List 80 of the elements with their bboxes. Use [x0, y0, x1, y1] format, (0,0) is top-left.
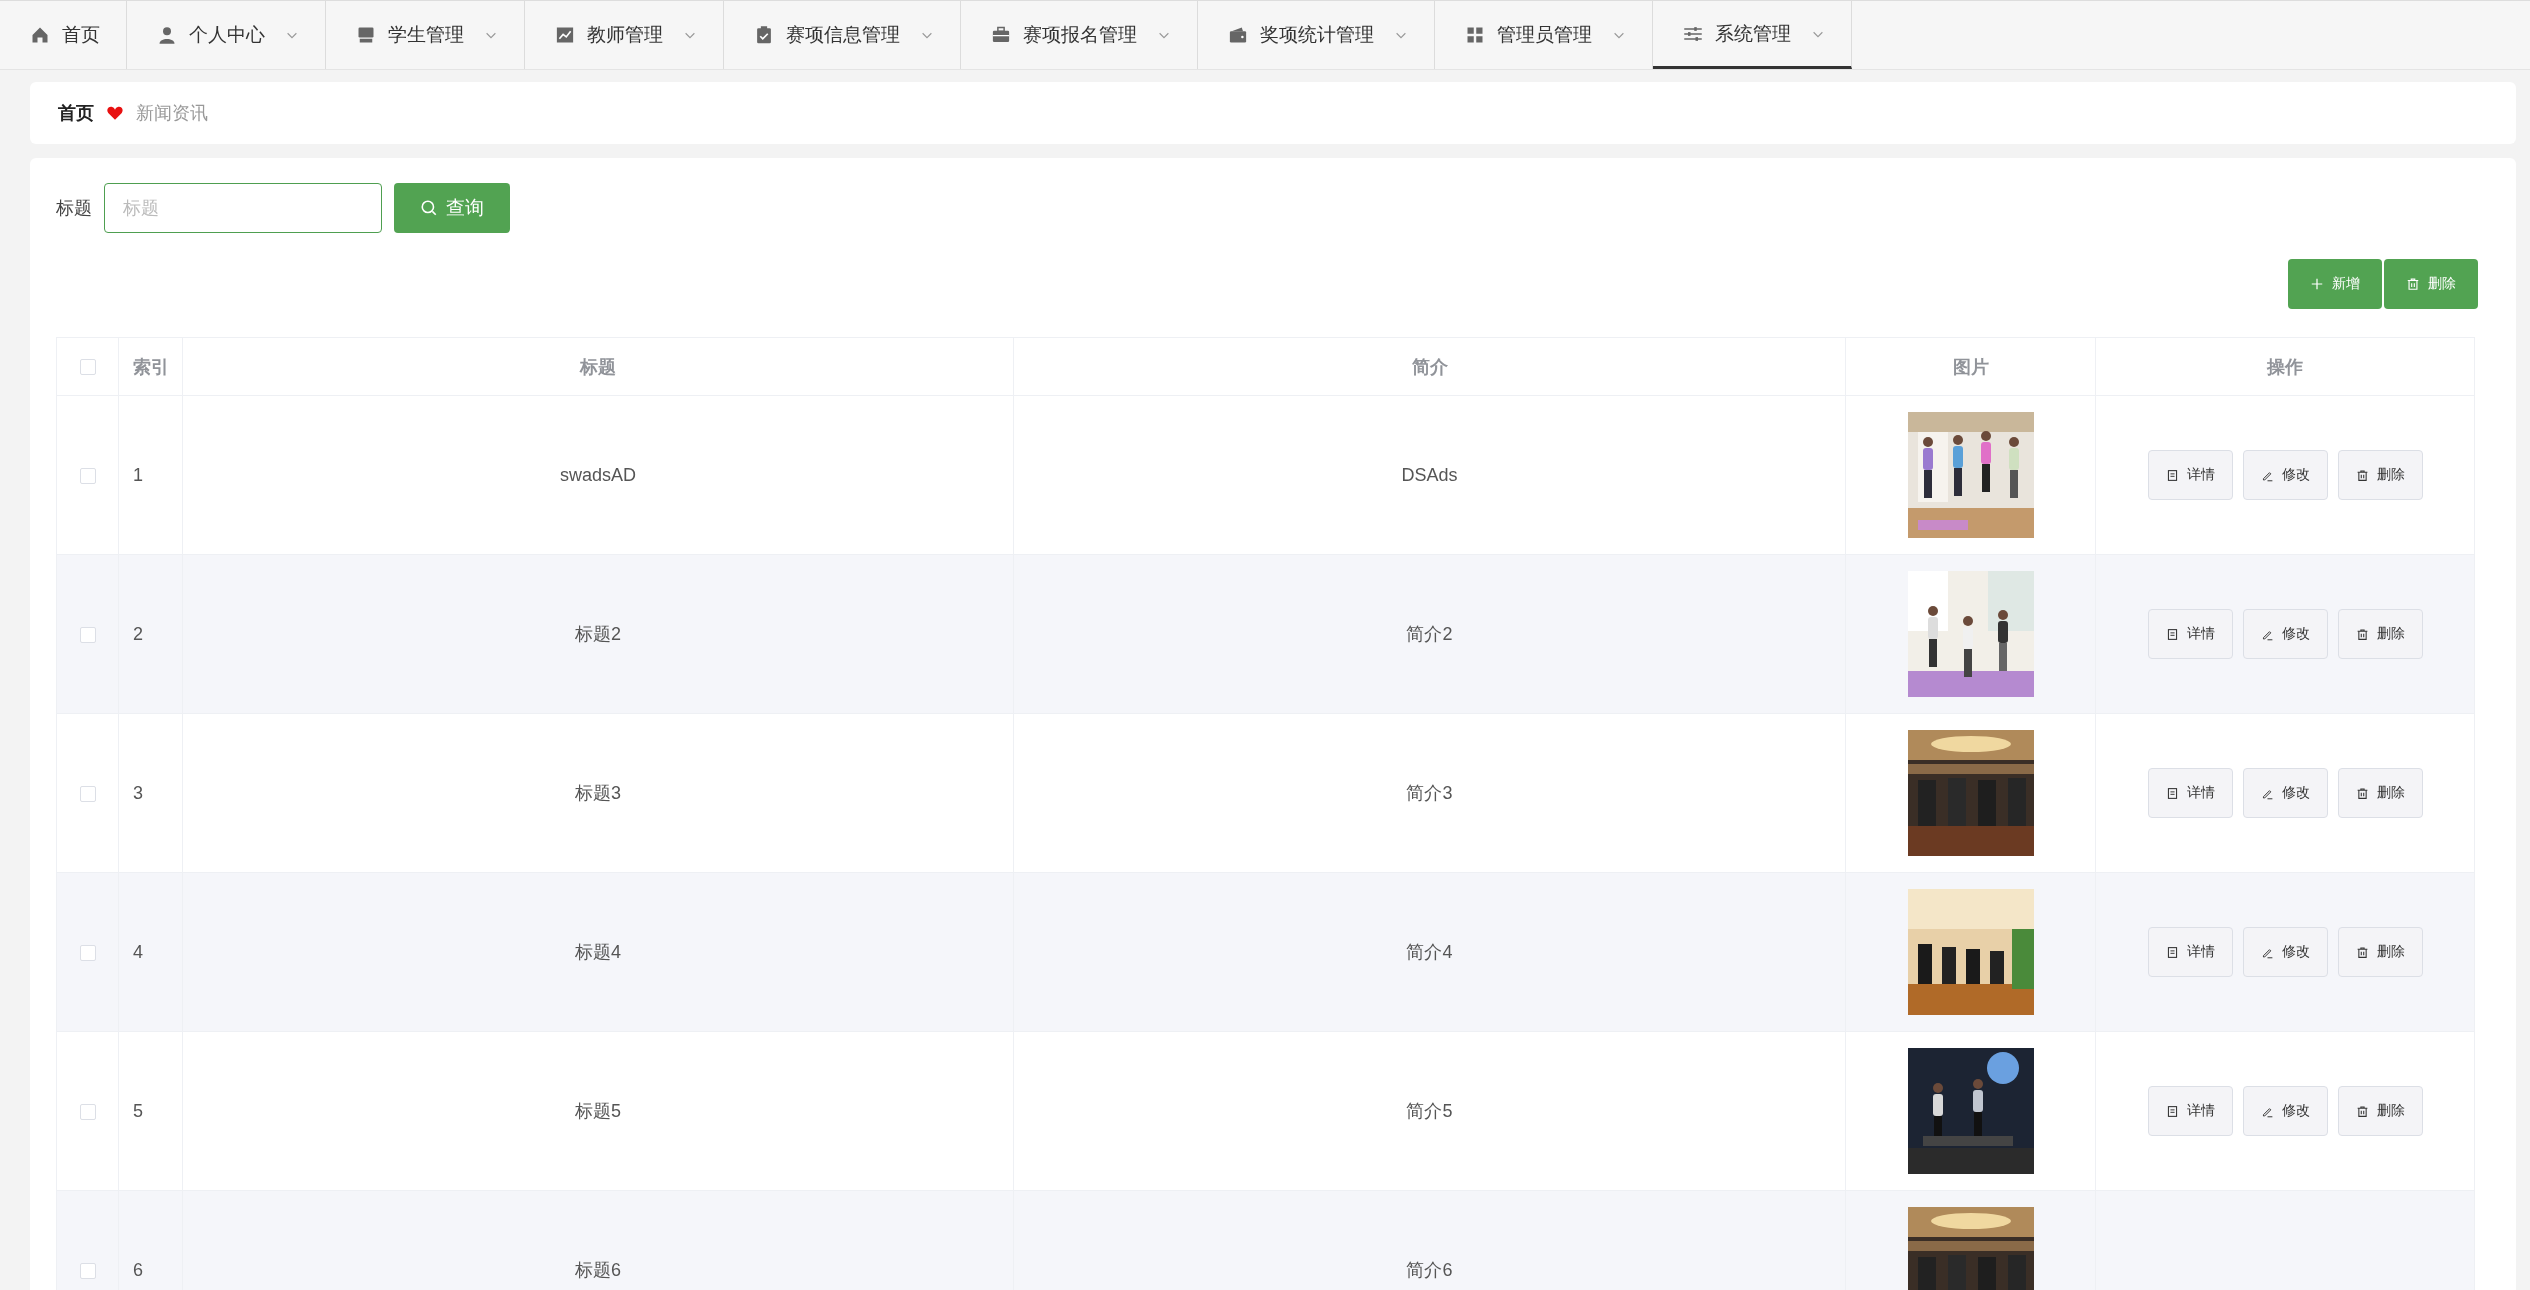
house-icon [30, 25, 50, 45]
document-icon [2165, 468, 2179, 482]
nav-tab[interactable]: 首页 [0, 1, 127, 69]
intro-cell: 简介6 [1406, 1260, 1453, 1280]
nav-tab[interactable]: 管理员管理 [1435, 1, 1653, 69]
row-checkbox[interactable] [79, 785, 96, 802]
trash-icon [2355, 1104, 2369, 1118]
document-icon [2165, 786, 2179, 800]
row-checkbox[interactable] [79, 944, 96, 961]
row-action-button[interactable]: 删除 [2337, 768, 2423, 818]
wallet-icon [1228, 25, 1248, 45]
nav-tab[interactable]: 奖项统计管理 [1198, 1, 1435, 69]
intro-cell: 简介3 [1406, 783, 1453, 803]
plus-icon [2310, 277, 2324, 291]
row-action-button[interactable]: 删除 [2337, 609, 2423, 659]
document-icon [2165, 627, 2179, 641]
row-action-button[interactable]: 删除 [2337, 1086, 2423, 1136]
row-index: 5 [133, 1100, 143, 1121]
row-action-button[interactable]: 详情 [2147, 609, 2233, 659]
search-icon [420, 199, 438, 217]
trash-icon [2355, 945, 2369, 959]
intro-cell: 简介4 [1406, 942, 1453, 962]
row-index: 4 [133, 941, 143, 962]
document-icon [2165, 945, 2179, 959]
row-action-button[interactable]: 修改 [2242, 768, 2328, 818]
person-icon [157, 25, 177, 45]
title-cell: swadsAD [560, 464, 636, 485]
nav-tab[interactable]: 赛项报名管理 [961, 1, 1198, 69]
nav-tab[interactable]: 系统管理 [1653, 1, 1852, 69]
monitor-icon [356, 25, 376, 45]
nav-tab[interactable]: 个人中心 [127, 1, 326, 69]
row-action-button[interactable]: 修改 [2242, 927, 2328, 977]
title-cell: 标题2 [575, 624, 621, 644]
row-action-button[interactable]: 修改 [2242, 450, 2328, 500]
title-cell: 标题4 [575, 942, 621, 962]
column-header: 索引 [118, 337, 183, 396]
column-header: 简介 [1013, 337, 1846, 396]
briefcase-icon [991, 25, 1011, 45]
intro-cell: 简介5 [1406, 1101, 1453, 1121]
row-checkbox[interactable] [79, 1103, 96, 1120]
trash-icon [2355, 468, 2369, 482]
row-index: 2 [133, 623, 143, 644]
trash-icon [2355, 786, 2369, 800]
title-cell: 标题6 [575, 1260, 621, 1280]
clipboard-check-icon [754, 25, 774, 45]
row-action-button[interactable]: 详情 [2147, 1086, 2233, 1136]
grid-icon [1465, 25, 1485, 45]
row-action-button[interactable]: 删除 [2337, 450, 2423, 500]
intro-cell: 简介2 [1406, 624, 1453, 644]
row-action-button[interactable]: 详情 [2147, 927, 2233, 977]
trash-icon [2406, 277, 2420, 291]
row-checkbox[interactable] [79, 467, 96, 484]
row-checkbox[interactable] [79, 1262, 96, 1279]
row-action-button[interactable]: 修改 [2242, 609, 2328, 659]
column-header: 操作 [2095, 337, 2475, 396]
breadcrumb-home[interactable]: 首页 [58, 101, 94, 125]
row-index: 6 [133, 1259, 143, 1280]
row-index: 3 [133, 782, 143, 803]
row-action-button[interactable]: 详情 [2147, 450, 2233, 500]
title-search-field[interactable]: 标题 [104, 183, 382, 233]
column-header: 图片 [1845, 337, 2096, 396]
document-icon [2165, 1104, 2179, 1118]
select-all-checkbox[interactable] [79, 359, 96, 376]
row-action-button[interactable]: 修改 [2242, 1086, 2328, 1136]
breadcrumb-current: 新闻资讯 [136, 102, 208, 125]
row-checkbox[interactable] [79, 626, 96, 643]
column-header: 标题 [182, 337, 1014, 396]
line-chart-icon [555, 25, 575, 45]
trash-icon [2355, 627, 2369, 641]
intro-cell: DSAds [1401, 464, 1458, 485]
nav-tab[interactable]: 赛项信息管理 [724, 1, 961, 69]
nav-tab[interactable]: 教师管理 [525, 1, 724, 69]
title-cell: 标题5 [575, 1101, 621, 1121]
heart-icon [106, 104, 124, 122]
title-cell: 标题3 [575, 783, 621, 803]
search-label: 标题 [56, 197, 92, 220]
row-index: 1 [133, 464, 143, 485]
nav-tab[interactable]: 学生管理 [326, 1, 525, 69]
row-action-button[interactable]: 删除 [2337, 927, 2423, 977]
row-action-button[interactable]: 详情 [2147, 768, 2233, 818]
